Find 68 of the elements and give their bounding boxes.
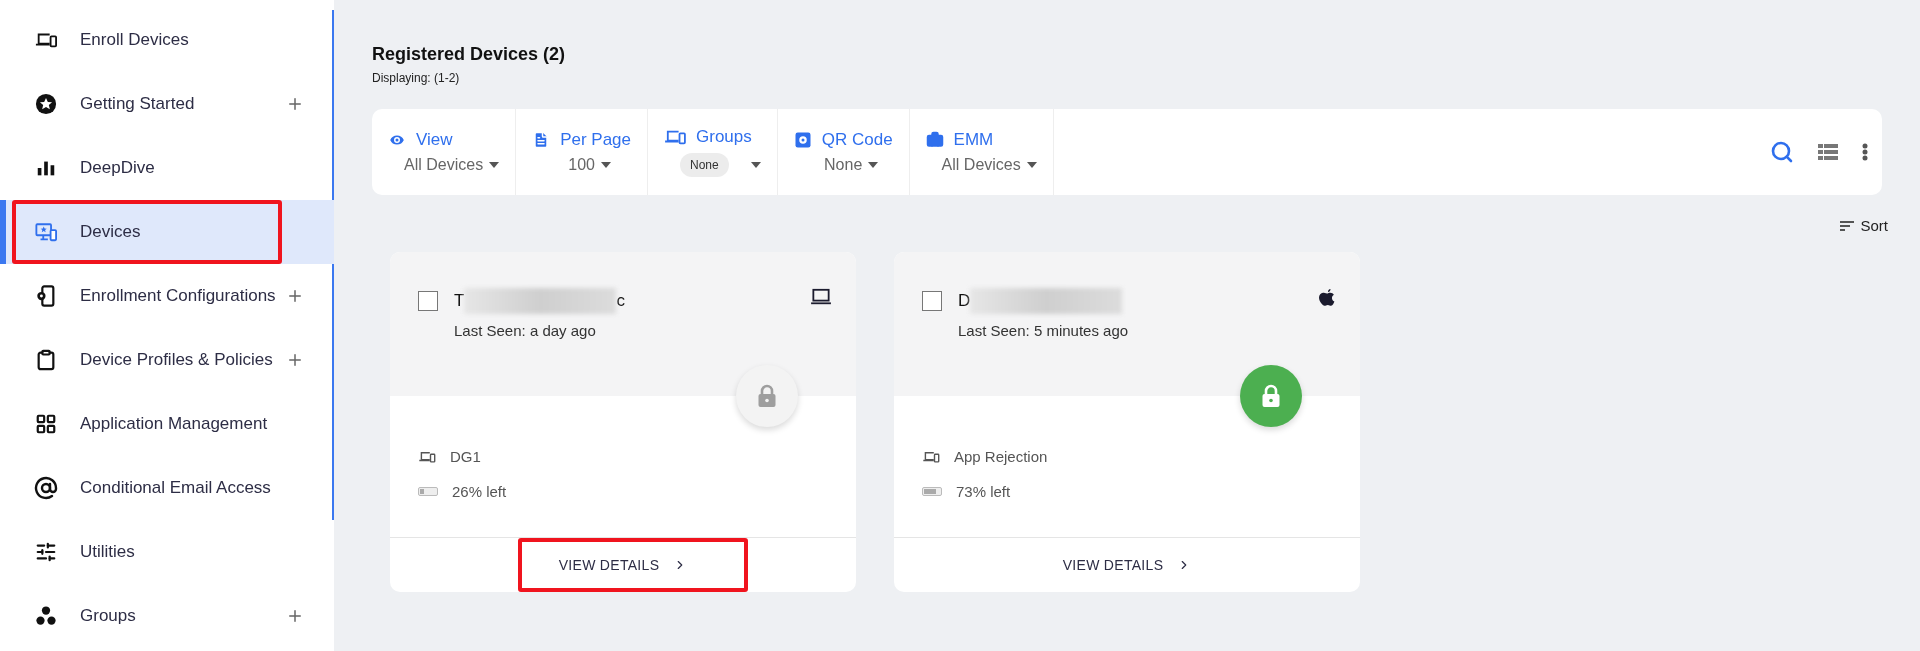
page-title: Registered Devices (2)	[372, 44, 567, 65]
sidebar-item[interactable]: Enroll Devices	[0, 8, 334, 72]
sidebar-item[interactable]: Utilities	[0, 520, 334, 584]
view-details-button[interactable]: VIEW DETAILS	[1056, 556, 1198, 574]
plus-icon[interactable]	[286, 607, 304, 625]
caret-icon	[750, 162, 761, 168]
three-dots-icon	[35, 605, 57, 627]
battery-reading: 26% left	[452, 483, 507, 500]
sidebar-item[interactable]: Enrollment Configurations	[0, 264, 334, 328]
sidebar-item[interactable]: Getting Started	[0, 72, 334, 136]
search-button[interactable]	[1770, 140, 1794, 164]
battery-icon	[922, 487, 942, 496]
device-name: D	[958, 291, 971, 311]
filter-label: EMM	[925, 130, 1037, 150]
search-icon	[1770, 140, 1794, 164]
caret-icon	[600, 162, 611, 168]
caret-icon	[868, 162, 879, 168]
plus-icon[interactable]	[286, 351, 304, 369]
laptop-phone-icon	[664, 128, 687, 146]
battery-icon	[418, 487, 438, 496]
more-icon	[1862, 143, 1868, 161]
more-button[interactable]	[1862, 143, 1868, 161]
filter-dropdown[interactable]: All Devices	[388, 156, 500, 174]
group-name: DG1	[450, 448, 481, 465]
sidebar-item[interactable]: Application Management	[0, 392, 334, 456]
laptop-phone-icon	[922, 449, 940, 464]
laptop-icon	[810, 288, 832, 306]
checkbox[interactable]	[922, 291, 942, 311]
list-view-button[interactable]	[1818, 144, 1838, 160]
filter-label: View	[388, 130, 500, 150]
device-name: c	[616, 291, 625, 311]
sidebar-item[interactable]: Devices	[0, 200, 334, 264]
filter-dropdown[interactable]: All Devices	[925, 156, 1037, 174]
checkbox[interactable]	[418, 291, 438, 311]
filter-label: Per Page	[532, 130, 632, 150]
monitor-phone-icon	[35, 221, 57, 243]
filter-label: Groups	[664, 127, 761, 147]
lock-icon	[757, 384, 777, 408]
sidebar-item[interactable]: DeepDive	[0, 136, 334, 200]
last-seen: Last Seen: 5 minutes ago	[958, 322, 1130, 339]
plus-icon[interactable]	[286, 95, 304, 113]
briefcase-icon	[925, 131, 944, 149]
filter-dropdown[interactable]: 100	[532, 156, 632, 174]
sort-icon	[1840, 220, 1855, 231]
plus-icon[interactable]	[286, 287, 304, 305]
filter-label: QR Code	[793, 130, 893, 150]
at-sign-icon	[34, 476, 58, 500]
sidebar-item[interactable]: Conditional Email Access	[0, 456, 334, 520]
filter-dropdown[interactable]: None	[793, 156, 893, 174]
sort-button[interactable]: Sort	[1840, 217, 1888, 234]
lock-icon	[1261, 384, 1281, 408]
phone-gear-icon	[35, 285, 57, 307]
sidebar-item[interactable]: Device Profiles & Policies	[0, 328, 334, 392]
caret-icon	[489, 162, 500, 168]
battery-reading: 73% left	[956, 483, 1011, 500]
display-count: Displaying: (1-2)	[372, 71, 461, 85]
sidebar-item[interactable]: Groups	[0, 584, 334, 648]
clipboard-icon	[35, 349, 57, 371]
grid-icon	[35, 413, 57, 435]
last-seen: Last Seen: a day ago	[454, 322, 597, 339]
caret-icon	[1026, 162, 1037, 168]
list-icon	[1818, 144, 1838, 160]
device-name: T	[454, 291, 465, 311]
sliders-icon	[35, 541, 57, 563]
view-details-button[interactable]: VIEW DETAILS	[552, 556, 694, 574]
apple-icon	[1318, 288, 1336, 308]
laptop-phone-icon	[418, 449, 436, 464]
group-name: App Rejection	[954, 448, 1048, 465]
